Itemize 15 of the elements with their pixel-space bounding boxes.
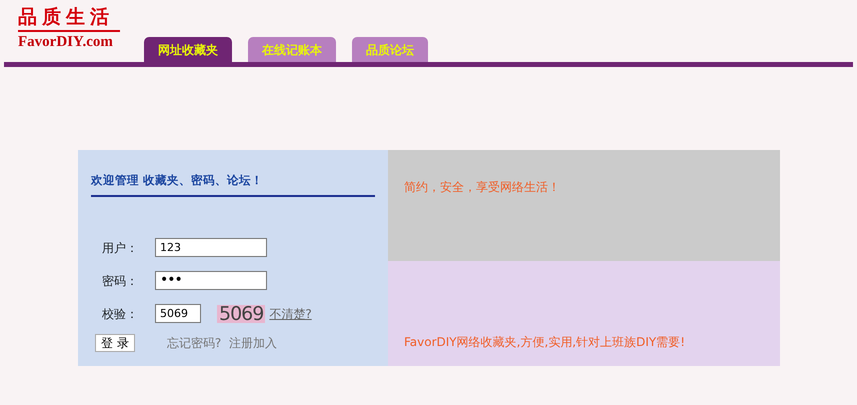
logo-domain: FavorDIY.com (18, 33, 114, 52)
slogan-text: FavorDIY网络收藏夹,方便,实用,针对上班族DIY需要! (404, 335, 686, 349)
input-field[interactable]: 123 (155, 238, 267, 258)
field-label: 用户： (101, 240, 139, 257)
nav-tab[interactable]: 网址收藏夹 (144, 37, 232, 62)
login-heading: 欢迎管理 收藏夹、密码、论坛！ (91, 150, 375, 198)
input-field[interactable]: 5069 (155, 304, 201, 324)
login-button[interactable]: 登 录 (95, 334, 135, 352)
slogan-text: 简约，安全，享受网络生活！ (404, 180, 560, 194)
logo-title: 品质生活 (18, 4, 120, 32)
captcha-image: 5069 (217, 304, 266, 323)
field-label: 密码： (101, 272, 139, 290)
input-field[interactable]: ••• (155, 271, 267, 290)
refresh-captcha-link[interactable]: 不清楚? (269, 304, 312, 323)
field-label: 校验： (101, 306, 139, 323)
